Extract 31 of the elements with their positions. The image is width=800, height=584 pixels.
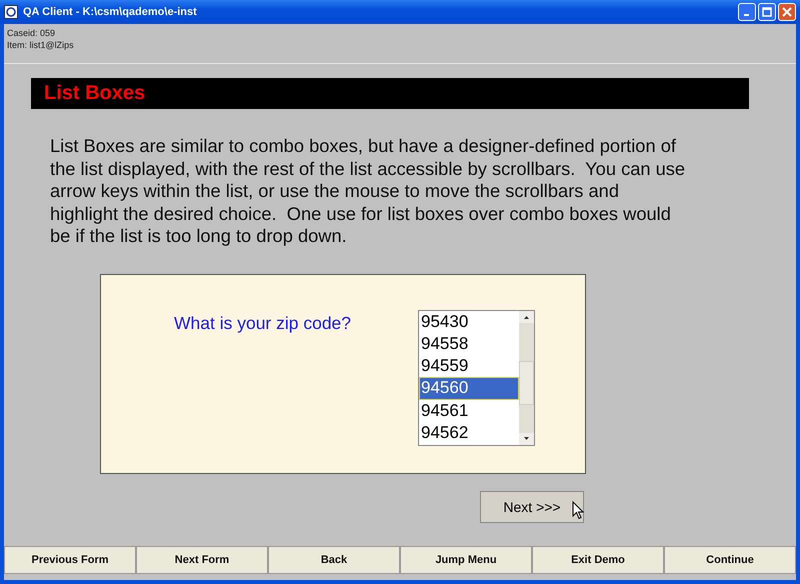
info-text: Item: list1@lZips bbox=[7, 39, 75, 51]
nav-button[interactable]: Previous Form bbox=[4, 546, 136, 574]
info-text: Caseid: 059 bbox=[7, 27, 56, 39]
nav-button[interactable]: Continue bbox=[664, 546, 796, 574]
window-title: QA Client - K:\csm\qademo\e-inst bbox=[23, 6, 198, 18]
list-item[interactable]: 95430 bbox=[419, 310, 519, 333]
section-header: List Boxes bbox=[31, 78, 749, 109]
list-item[interactable]: 94559 bbox=[419, 355, 519, 378]
nav-button[interactable]: Next Form bbox=[136, 546, 268, 574]
app-icon bbox=[4, 5, 18, 19]
question-text: What is your zip code? bbox=[174, 312, 352, 334]
zip-list-box[interactable]: 95430 94558 94559 94560 94561 94562 bbox=[418, 310, 535, 446]
maximize-icon bbox=[762, 7, 772, 17]
scroll-up-icon[interactable] bbox=[519, 310, 534, 322]
list-item[interactable]: 94560 bbox=[419, 377, 519, 400]
nav-button[interactable]: Exit Demo bbox=[532, 546, 664, 574]
minimize-button[interactable] bbox=[738, 3, 756, 21]
cursor-icon bbox=[572, 500, 584, 520]
maximize-button[interactable] bbox=[758, 3, 776, 21]
close-icon bbox=[782, 7, 792, 17]
scrollbar[interactable] bbox=[519, 310, 534, 444]
next-button[interactable]: Next >>> bbox=[480, 490, 584, 522]
scroll-down-icon[interactable] bbox=[519, 432, 534, 444]
scrollbar-thumb[interactable] bbox=[519, 360, 534, 404]
nav-button[interactable]: Back bbox=[268, 546, 400, 574]
close-button[interactable] bbox=[778, 3, 796, 21]
list-item[interactable]: 94562 bbox=[419, 422, 519, 444]
list-item[interactable]: 94558 bbox=[419, 332, 519, 356]
description-paragraph: List Boxes are similar to combo boxes, but have a designer-defined portion of the list displayed, with the rest of the list accessible by scrollbars. You can use arrow keys within the list, or use the mouse to move the scrollbars and highlight the desired choice. One use for list boxes over combo boxes would be if the list is too long to drop down. bbox=[50, 135, 686, 248]
list-item[interactable]: 94561 bbox=[419, 400, 519, 422]
nav-button[interactable]: Jump Menu bbox=[400, 546, 532, 574]
